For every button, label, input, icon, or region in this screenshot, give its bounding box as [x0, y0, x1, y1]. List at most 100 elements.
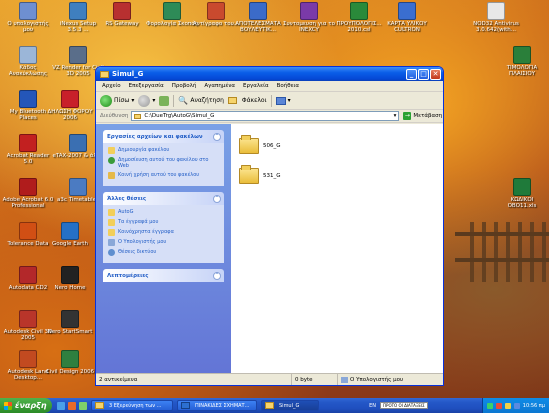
collapse-icon[interactable]: ˄	[213, 132, 221, 141]
folder-item[interactable]: 531_G	[239, 165, 281, 184]
minimize-button[interactable]: _	[406, 68, 417, 80]
desktop-icon-label: Adobe Acrobat 6.0 Professional	[2, 197, 54, 209]
app-icon	[19, 90, 37, 108]
desktop-icon-label: ΚΩΔΙΚΟΙ ΟΒΟ11.xls	[507, 197, 537, 209]
place-autog[interactable]: AutoG	[108, 209, 219, 216]
desktop-icon[interactable]: ΤΙΜΟΛΟΓΙΑ ΠΛΑΙΣΙΟΥ	[496, 46, 548, 77]
network-status-icon[interactable]	[486, 402, 493, 409]
start-button[interactable]: έναρξη	[0, 398, 52, 413]
desktop-icon[interactable]: Ο υπολογιστής μου	[2, 2, 54, 33]
desktop-icon[interactable]: ΚΑΡΤΑ ΥΛΙΚΟΥ CULTRON	[381, 2, 433, 33]
go-button[interactable]: → Μετάβαση	[403, 112, 442, 120]
desktop-icon[interactable]: RS Gateway	[96, 2, 148, 27]
app-icon	[69, 134, 87, 152]
folder-item[interactable]: 506_G	[239, 135, 281, 154]
details-header[interactable]: Λεπτομέρειες ˅	[103, 269, 224, 282]
language-indicator[interactable]: EN	[369, 403, 376, 409]
folder-icon	[134, 113, 142, 119]
desktop-icon[interactable]: Acrobat Reader 5.0	[2, 134, 54, 165]
app-icon	[207, 2, 225, 20]
desktop-icon[interactable]: Nero Home	[44, 266, 96, 291]
views-button[interactable]: ▾	[275, 96, 291, 105]
maximize-button[interactable]: □	[418, 68, 429, 80]
place-my-computer[interactable]: Ο Υπολογιστής μου	[108, 239, 219, 246]
task-new-folder[interactable]: Δημιουργία φακέλου	[108, 147, 219, 154]
other-places-title: Άλλες θέσεις	[107, 195, 147, 202]
antivirus-icon[interactable]	[495, 402, 502, 409]
back-button[interactable]: Πίσω ▾	[100, 94, 134, 107]
menu-file[interactable]: Αρχείο	[102, 83, 121, 89]
taskbar: έναρξη 3 Εξερεύνηση των ... ΠΙΝΑΚΙΔΕΣ ΣΧ…	[0, 398, 549, 413]
file-tasks-header[interactable]: Εργασίες αρχείων και φακέλων ˄	[103, 130, 224, 143]
taskbar-button-simul-g[interactable]: Simul_G	[261, 400, 319, 411]
folder-name: 506_G	[263, 143, 281, 149]
chevron-down-icon[interactable]: ▾	[394, 113, 397, 119]
task-label: Δημοσίευση αυτού του φακέλου στο Web	[118, 157, 209, 169]
desktop-icon[interactable]: Συντομευση για το INEXCY	[283, 2, 335, 33]
desktop-icon-label: Κάδος Ανακύκλωσης	[8, 65, 48, 77]
app-icon	[61, 266, 79, 284]
title-bar[interactable]: Simul_G _ □ ✕	[96, 67, 443, 81]
address-value: C:\DueTrg\AutoG\Simul_G	[144, 113, 215, 119]
clock[interactable]: 10:56 πμ	[523, 403, 545, 409]
go-label: Μετάβαση	[413, 113, 443, 119]
desktop-icon[interactable]: Google Earth	[44, 222, 96, 247]
desktop-icon[interactable]: ΠΡΟΥΠΟΛΟΓΙΣ... 2010.csl	[333, 2, 385, 33]
app-icon	[249, 2, 267, 20]
taskbar-button-explorers[interactable]: 3 Εξερεύνηση των ...	[91, 400, 173, 411]
collapse-icon[interactable]: ˄	[213, 194, 221, 203]
place-my-documents[interactable]: Τα έγγραφά μου	[108, 219, 219, 226]
task-publish-web[interactable]: Δημοσίευση αυτού του φακέλου στο Web	[108, 157, 219, 169]
app-icon	[19, 2, 37, 20]
desktop-icon[interactable]: ΔΗΛΩΣΗ ΦΟΡΟΥ 2006	[44, 90, 96, 121]
place-label: Τα έγγραφά μου	[118, 219, 159, 225]
menu-tools[interactable]: Εργαλεία	[243, 83, 269, 89]
folder-icon	[95, 402, 104, 409]
search-icon: 🔍	[178, 96, 189, 105]
menu-view[interactable]: Προβολή	[172, 83, 197, 89]
status-bar: 2 αντικείμενα 0 byte Ο Υπολογιστής μου	[96, 373, 443, 385]
app-icon	[398, 2, 416, 20]
desktop-icon[interactable]: Nero StartSmart	[44, 310, 96, 335]
menu-favorites[interactable]: Αγαπημένα	[204, 83, 235, 89]
expand-icon[interactable]: ˅	[213, 271, 221, 280]
other-places-header[interactable]: Άλλες θέσεις ˄	[103, 192, 224, 205]
taskbar-button-pinakides[interactable]: ΠΙΝΑΚΙΔΕΣ ΣΧΗΜΑΤ...	[177, 400, 257, 411]
desktop-icon-label: Συντομευση για το INEXCY	[283, 21, 335, 33]
desktop-icon[interactable]: Κάδος Ανακύκλωσης	[2, 46, 54, 77]
folders-button[interactable]: Φάκελοι	[227, 97, 267, 104]
app-icon	[487, 2, 505, 20]
place-shared-documents[interactable]: Κοινόχρηστα έγγραφα	[108, 229, 219, 236]
desktop-icon-label: Nero StartSmart	[47, 329, 93, 335]
app-icon	[19, 266, 37, 284]
internet-explorer-icon[interactable]	[57, 401, 65, 410]
volume-icon[interactable]	[504, 402, 511, 409]
bluetooth-icon[interactable]	[513, 402, 520, 409]
windows-logo-icon	[4, 401, 12, 410]
new-folder-icon	[108, 147, 115, 154]
desktop-icon[interactable]: NOD32 Antivirus 3.0.642(with...	[470, 2, 522, 33]
desktop-icon[interactable]: ΚΩΔΙΚΟΙ ΟΒΟ11.xls	[496, 178, 548, 209]
place-network[interactable]: Θέσεις δικτύου	[108, 249, 219, 256]
task-share-folder[interactable]: Κοινή χρήση αυτού του φακέλου	[108, 172, 219, 179]
media-player-icon[interactable]	[68, 401, 76, 410]
close-button[interactable]: ✕	[430, 68, 441, 80]
menu-help[interactable]: Βοήθεια	[277, 83, 299, 89]
shared-folder-icon	[108, 229, 115, 236]
up-folder-icon[interactable]	[159, 95, 170, 106]
desktop-icon[interactable]: Adobe Acrobat 6.0 Professional	[2, 178, 54, 209]
search-button[interactable]: 🔍 Αναζήτηση	[178, 96, 223, 105]
desktop-icon[interactable]: ΑΠΟΤΕΛΕΣΜΑΤΑ ΒΟΥΛΕΥΤΙΚ...	[232, 2, 284, 33]
app-icon	[19, 134, 37, 152]
forward-button[interactable]: ▾	[138, 94, 155, 107]
show-desktop-icon[interactable]	[79, 401, 87, 410]
file-list: 506_G 531_G	[231, 124, 443, 373]
quick-launch	[57, 401, 87, 410]
desktop-icon[interactable]: Civil Design 2006	[44, 350, 96, 375]
details-title: Λεπτομέρειες	[107, 272, 149, 279]
address-input[interactable]: C:\DueTrg\AutoG\Simul_G ▾	[131, 111, 400, 121]
menu-edit[interactable]: Επεξεργασία	[129, 83, 164, 89]
tray-notification-box[interactable]: ΠΡΟΤΟ ΟΙ ΔΙΑΤΑΞΕΙΣ	[380, 402, 428, 409]
status-size: 0 byte	[292, 374, 338, 385]
folder-icon	[239, 135, 259, 154]
